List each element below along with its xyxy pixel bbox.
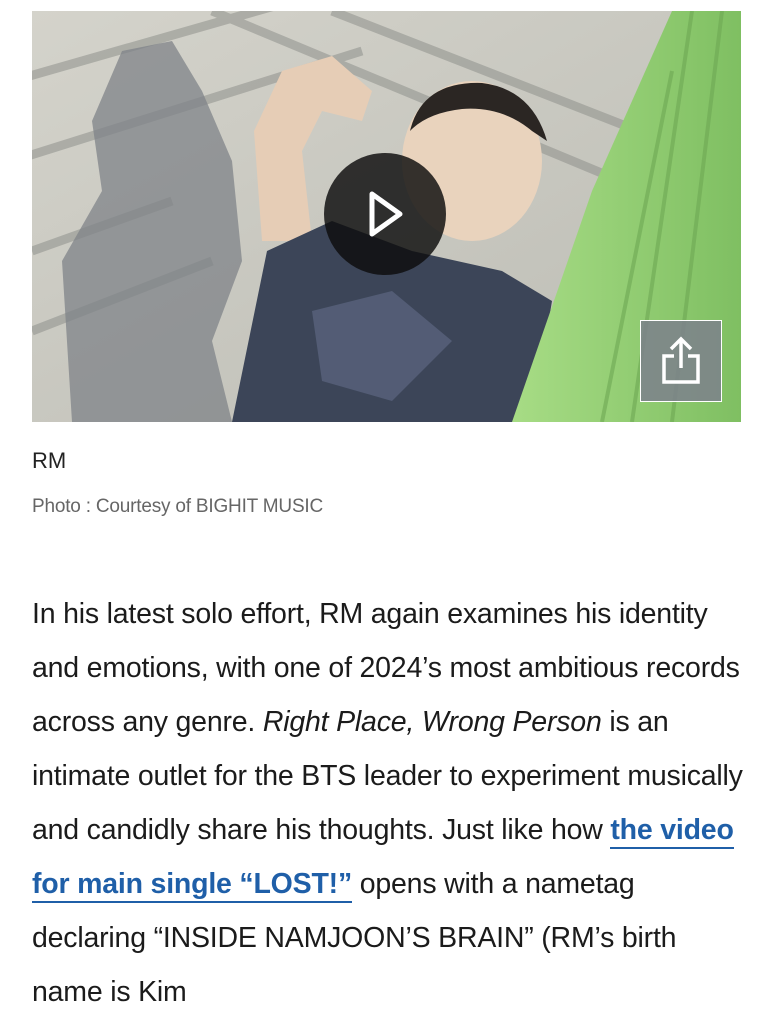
article-media[interactable]	[32, 11, 741, 422]
play-icon	[369, 191, 403, 237]
share-button[interactable]	[640, 320, 722, 402]
article-body: In his latest solo effort, RM again exam…	[32, 587, 752, 1019]
play-video-button[interactable]	[324, 153, 446, 275]
album-title: Right Place, Wrong Person	[262, 706, 602, 738]
share-icon	[662, 336, 700, 384]
photo-credit: Photo : Courtesy of BIGHIT MUSIC	[32, 496, 324, 517]
article-paragraph: In his latest solo effort, RM again exam…	[32, 587, 752, 1019]
photo-caption: RM	[32, 448, 67, 473]
